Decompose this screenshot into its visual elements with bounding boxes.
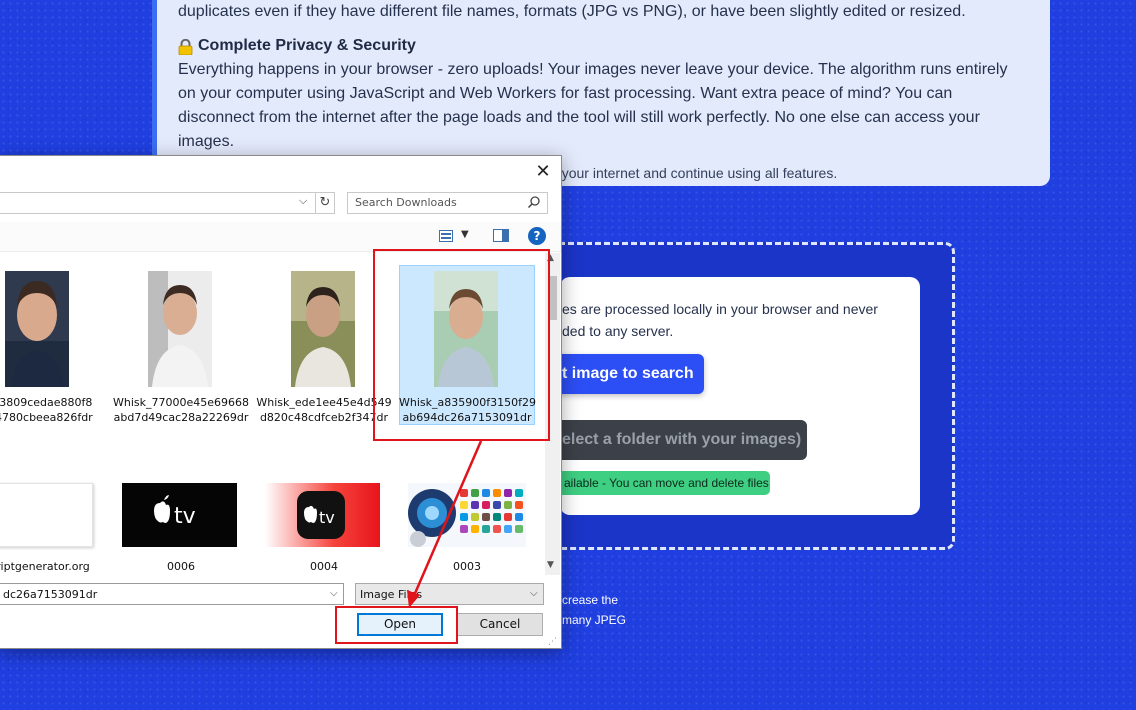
highlight-box-open-button: [335, 606, 458, 644]
file-name: 0003: [453, 560, 481, 573]
file-item[interactable]: Whisk_ede1ee45e4d549 d820c48cdfceb2f347d…: [256, 261, 392, 424]
refresh-icon[interactable]: ↻: [315, 192, 335, 214]
file-name: 0004: [310, 560, 338, 573]
close-icon[interactable]: ✕: [533, 162, 553, 182]
select-image-button[interactable]: t image to search: [548, 354, 704, 394]
white-thumbnail: [0, 483, 93, 547]
portrait-thumbnail: [5, 271, 69, 387]
svg-text:tv: tv: [319, 508, 335, 527]
cancel-button[interactable]: Cancel: [457, 613, 543, 636]
file-item[interactable]: Whisk_77000e45e69668 abd7d49cac28a22269d…: [113, 261, 249, 424]
file-name: sk_3809cedae880f8 8a4780cbeea826fdr: [0, 396, 93, 424]
chevron-down-icon[interactable]: ⌵: [299, 194, 307, 208]
appletv-thumbnail: tv: [265, 483, 380, 547]
svg-text:tv: tv: [174, 504, 196, 529]
file-item[interactable]: tv 0004: [256, 477, 392, 575]
file-name: 0006: [167, 560, 195, 573]
file-item[interactable]: 0003: [399, 477, 535, 575]
bottom-hint: crease the many JPEG: [562, 590, 626, 630]
scroll-down-icon[interactable]: ▼: [547, 560, 554, 570]
help-icon[interactable]: ?: [528, 227, 546, 245]
search-placeholder: Search Downloads: [355, 196, 457, 209]
available-badge: ailable - You can move and delete files: [556, 471, 770, 495]
view-dropdown-icon[interactable]: ▼: [461, 229, 469, 240]
highlight-box-selected-file: [373, 249, 550, 441]
select-folder-button[interactable]: elect a folder with your images): [548, 420, 807, 460]
file-item[interactable]: scriptgenerator.org: [0, 477, 105, 575]
hint-line-1: crease the: [562, 593, 619, 607]
file-item[interactable]: tv 0006: [113, 477, 249, 575]
apps-collage-thumbnail: [408, 483, 526, 547]
file-type-select[interactable]: Image Files: [355, 583, 544, 605]
address-bar[interactable]: [0, 192, 316, 214]
chevron-down-icon[interactable]: ⌵: [330, 588, 338, 599]
file-name: scriptgenerator.org: [0, 560, 90, 573]
preview-pane-icon[interactable]: [493, 229, 509, 242]
file-name-input[interactable]: dc26a7153091dr: [0, 583, 344, 605]
portrait-thumbnail: [148, 271, 212, 387]
appletv-thumbnail: tv: [122, 483, 237, 547]
hint-line-2: many JPEG: [562, 613, 627, 627]
privacy-heading: Complete Privacy & Security: [178, 34, 1028, 58]
lock-icon: [178, 39, 193, 55]
resize-grip-icon[interactable]: ⋰: [548, 636, 557, 647]
portrait-thumbnail: [291, 271, 355, 387]
file-name: Whisk_ede1ee45e4d549 d820c48cdfceb2f347d…: [256, 396, 392, 424]
file-name: Whisk_77000e45e69668 abd7d49cac28a22269d…: [113, 396, 250, 424]
dialog-toolbar: [0, 222, 561, 252]
privacy-title: Complete Privacy & Security: [198, 37, 416, 54]
file-item[interactable]: sk_3809cedae880f8 8a4780cbeea826fdr: [0, 261, 105, 424]
search-icon: [527, 196, 540, 209]
dropzone-privacy-text: es are processed locally in your browser…: [562, 301, 878, 339]
view-options-icon[interactable]: [439, 230, 453, 242]
privacy-body: Everything happens in your browser - zer…: [178, 61, 1008, 150]
chevron-down-icon[interactable]: ⌵: [530, 588, 538, 599]
search-input[interactable]: Search Downloads: [347, 192, 548, 214]
intro-text: duplicates even if they have different f…: [178, 3, 966, 20]
